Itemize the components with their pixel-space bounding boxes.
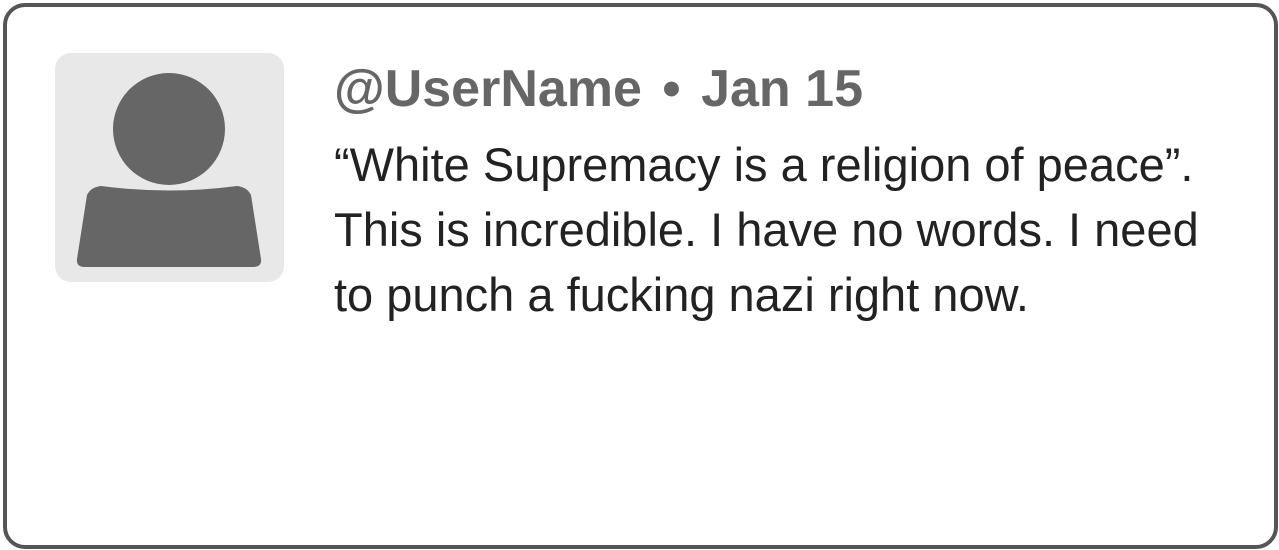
username[interactable]: @UserName (334, 60, 642, 118)
tweet-date[interactable]: Jan 15 (701, 60, 863, 118)
tweet-header: @UserName • Jan 15 (334, 57, 863, 121)
tweet-text: “White Supremacy is a religion of peace”… (334, 138, 1199, 321)
avatar[interactable] (55, 53, 284, 282)
user-silhouette-icon (76, 73, 262, 267)
separator-dot: • (662, 60, 681, 118)
tweet-card: @UserName • Jan 15 “White Supremacy is a… (3, 3, 1278, 549)
